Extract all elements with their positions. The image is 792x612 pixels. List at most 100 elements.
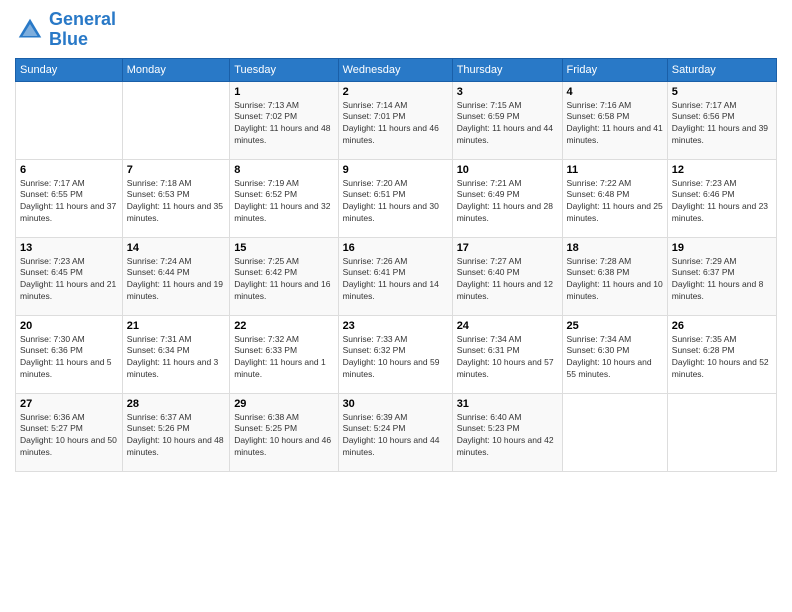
day-info: Sunrise: 7:28 AMSunset: 6:38 PMDaylight:…	[567, 256, 663, 304]
day-info: Sunrise: 7:26 AMSunset: 6:41 PMDaylight:…	[343, 256, 448, 304]
day-number: 26	[672, 320, 772, 332]
day-info: Sunrise: 7:24 AMSunset: 6:44 PMDaylight:…	[127, 256, 225, 304]
calendar: SundayMondayTuesdayWednesdayThursdayFrid…	[15, 58, 777, 472]
day-info: Sunrise: 7:32 AMSunset: 6:33 PMDaylight:…	[234, 334, 333, 382]
day-info: Sunrise: 7:15 AMSunset: 6:59 PMDaylight:…	[457, 100, 558, 148]
calendar-cell: 2 Sunrise: 7:14 AMSunset: 7:01 PMDayligh…	[338, 81, 452, 159]
day-number: 14	[127, 242, 225, 254]
day-info: Sunrise: 7:23 AMSunset: 6:45 PMDaylight:…	[20, 256, 118, 304]
day-number: 28	[127, 398, 225, 410]
calendar-cell: 27 Sunrise: 6:36 AMSunset: 5:27 PMDaylig…	[16, 393, 123, 471]
calendar-cell: 15 Sunrise: 7:25 AMSunset: 6:42 PMDaylig…	[230, 237, 338, 315]
day-number: 23	[343, 320, 448, 332]
day-number: 16	[343, 242, 448, 254]
day-number: 30	[343, 398, 448, 410]
day-info: Sunrise: 7:18 AMSunset: 6:53 PMDaylight:…	[127, 178, 225, 226]
day-of-week-header: Thursday	[452, 58, 562, 81]
logo-icon	[15, 15, 45, 45]
day-info: Sunrise: 7:20 AMSunset: 6:51 PMDaylight:…	[343, 178, 448, 226]
day-of-week-header: Sunday	[16, 58, 123, 81]
calendar-cell: 17 Sunrise: 7:27 AMSunset: 6:40 PMDaylig…	[452, 237, 562, 315]
calendar-cell: 12 Sunrise: 7:23 AMSunset: 6:46 PMDaylig…	[667, 159, 776, 237]
day-info: Sunrise: 7:13 AMSunset: 7:02 PMDaylight:…	[234, 100, 333, 148]
calendar-cell: 11 Sunrise: 7:22 AMSunset: 6:48 PMDaylig…	[562, 159, 667, 237]
day-number: 15	[234, 242, 333, 254]
day-info: Sunrise: 6:38 AMSunset: 5:25 PMDaylight:…	[234, 412, 333, 460]
day-info: Sunrise: 7:17 AMSunset: 6:56 PMDaylight:…	[672, 100, 772, 148]
calendar-week-row: 27 Sunrise: 6:36 AMSunset: 5:27 PMDaylig…	[16, 393, 777, 471]
day-info: Sunrise: 6:36 AMSunset: 5:27 PMDaylight:…	[20, 412, 118, 460]
day-number: 8	[234, 164, 333, 176]
day-number: 1	[234, 86, 333, 98]
day-number: 17	[457, 242, 558, 254]
calendar-cell	[667, 393, 776, 471]
day-info: Sunrise: 7:34 AMSunset: 6:31 PMDaylight:…	[457, 334, 558, 382]
calendar-week-row: 20 Sunrise: 7:30 AMSunset: 6:36 PMDaylig…	[16, 315, 777, 393]
calendar-cell: 8 Sunrise: 7:19 AMSunset: 6:52 PMDayligh…	[230, 159, 338, 237]
day-info: Sunrise: 7:31 AMSunset: 6:34 PMDaylight:…	[127, 334, 225, 382]
day-of-week-header: Monday	[122, 58, 229, 81]
calendar-cell: 7 Sunrise: 7:18 AMSunset: 6:53 PMDayligh…	[122, 159, 229, 237]
calendar-cell: 25 Sunrise: 7:34 AMSunset: 6:30 PMDaylig…	[562, 315, 667, 393]
day-number: 18	[567, 242, 663, 254]
day-number: 24	[457, 320, 558, 332]
logo-text: General Blue	[49, 10, 116, 50]
calendar-header-row: SundayMondayTuesdayWednesdayThursdayFrid…	[16, 58, 777, 81]
calendar-cell: 14 Sunrise: 7:24 AMSunset: 6:44 PMDaylig…	[122, 237, 229, 315]
day-of-week-header: Saturday	[667, 58, 776, 81]
day-of-week-header: Tuesday	[230, 58, 338, 81]
calendar-cell: 6 Sunrise: 7:17 AMSunset: 6:55 PMDayligh…	[16, 159, 123, 237]
day-info: Sunrise: 7:27 AMSunset: 6:40 PMDaylight:…	[457, 256, 558, 304]
day-info: Sunrise: 7:21 AMSunset: 6:49 PMDaylight:…	[457, 178, 558, 226]
day-info: Sunrise: 6:40 AMSunset: 5:23 PMDaylight:…	[457, 412, 558, 460]
day-info: Sunrise: 7:17 AMSunset: 6:55 PMDaylight:…	[20, 178, 118, 226]
calendar-cell: 19 Sunrise: 7:29 AMSunset: 6:37 PMDaylig…	[667, 237, 776, 315]
day-info: Sunrise: 7:23 AMSunset: 6:46 PMDaylight:…	[672, 178, 772, 226]
calendar-cell: 28 Sunrise: 6:37 AMSunset: 5:26 PMDaylig…	[122, 393, 229, 471]
calendar-week-row: 6 Sunrise: 7:17 AMSunset: 6:55 PMDayligh…	[16, 159, 777, 237]
calendar-cell: 20 Sunrise: 7:30 AMSunset: 6:36 PMDaylig…	[16, 315, 123, 393]
day-info: Sunrise: 7:29 AMSunset: 6:37 PMDaylight:…	[672, 256, 772, 304]
calendar-cell: 3 Sunrise: 7:15 AMSunset: 6:59 PMDayligh…	[452, 81, 562, 159]
day-number: 27	[20, 398, 118, 410]
day-number: 12	[672, 164, 772, 176]
calendar-cell	[562, 393, 667, 471]
day-info: Sunrise: 6:39 AMSunset: 5:24 PMDaylight:…	[343, 412, 448, 460]
day-info: Sunrise: 7:33 AMSunset: 6:32 PMDaylight:…	[343, 334, 448, 382]
logo: General Blue	[15, 10, 116, 50]
calendar-cell: 31 Sunrise: 6:40 AMSunset: 5:23 PMDaylig…	[452, 393, 562, 471]
day-number: 29	[234, 398, 333, 410]
calendar-cell: 5 Sunrise: 7:17 AMSunset: 6:56 PMDayligh…	[667, 81, 776, 159]
page: General Blue SundayMondayTuesdayWednesda…	[0, 0, 792, 612]
day-number: 11	[567, 164, 663, 176]
calendar-cell: 21 Sunrise: 7:31 AMSunset: 6:34 PMDaylig…	[122, 315, 229, 393]
day-info: Sunrise: 7:30 AMSunset: 6:36 PMDaylight:…	[20, 334, 118, 382]
day-info: Sunrise: 7:16 AMSunset: 6:58 PMDaylight:…	[567, 100, 663, 148]
day-info: Sunrise: 7:25 AMSunset: 6:42 PMDaylight:…	[234, 256, 333, 304]
day-info: Sunrise: 6:37 AMSunset: 5:26 PMDaylight:…	[127, 412, 225, 460]
day-number: 4	[567, 86, 663, 98]
day-number: 7	[127, 164, 225, 176]
calendar-cell: 1 Sunrise: 7:13 AMSunset: 7:02 PMDayligh…	[230, 81, 338, 159]
day-number: 13	[20, 242, 118, 254]
header: General Blue	[15, 10, 777, 50]
day-number: 20	[20, 320, 118, 332]
day-number: 6	[20, 164, 118, 176]
calendar-cell: 10 Sunrise: 7:21 AMSunset: 6:49 PMDaylig…	[452, 159, 562, 237]
day-number: 22	[234, 320, 333, 332]
day-number: 5	[672, 86, 772, 98]
day-number: 19	[672, 242, 772, 254]
calendar-cell: 26 Sunrise: 7:35 AMSunset: 6:28 PMDaylig…	[667, 315, 776, 393]
day-info: Sunrise: 7:34 AMSunset: 6:30 PMDaylight:…	[567, 334, 663, 382]
day-of-week-header: Wednesday	[338, 58, 452, 81]
day-number: 25	[567, 320, 663, 332]
day-info: Sunrise: 7:19 AMSunset: 6:52 PMDaylight:…	[234, 178, 333, 226]
calendar-cell: 9 Sunrise: 7:20 AMSunset: 6:51 PMDayligh…	[338, 159, 452, 237]
calendar-cell	[16, 81, 123, 159]
day-number: 9	[343, 164, 448, 176]
day-info: Sunrise: 7:14 AMSunset: 7:01 PMDaylight:…	[343, 100, 448, 148]
calendar-cell: 22 Sunrise: 7:32 AMSunset: 6:33 PMDaylig…	[230, 315, 338, 393]
day-number: 3	[457, 86, 558, 98]
calendar-week-row: 1 Sunrise: 7:13 AMSunset: 7:02 PMDayligh…	[16, 81, 777, 159]
calendar-cell: 23 Sunrise: 7:33 AMSunset: 6:32 PMDaylig…	[338, 315, 452, 393]
